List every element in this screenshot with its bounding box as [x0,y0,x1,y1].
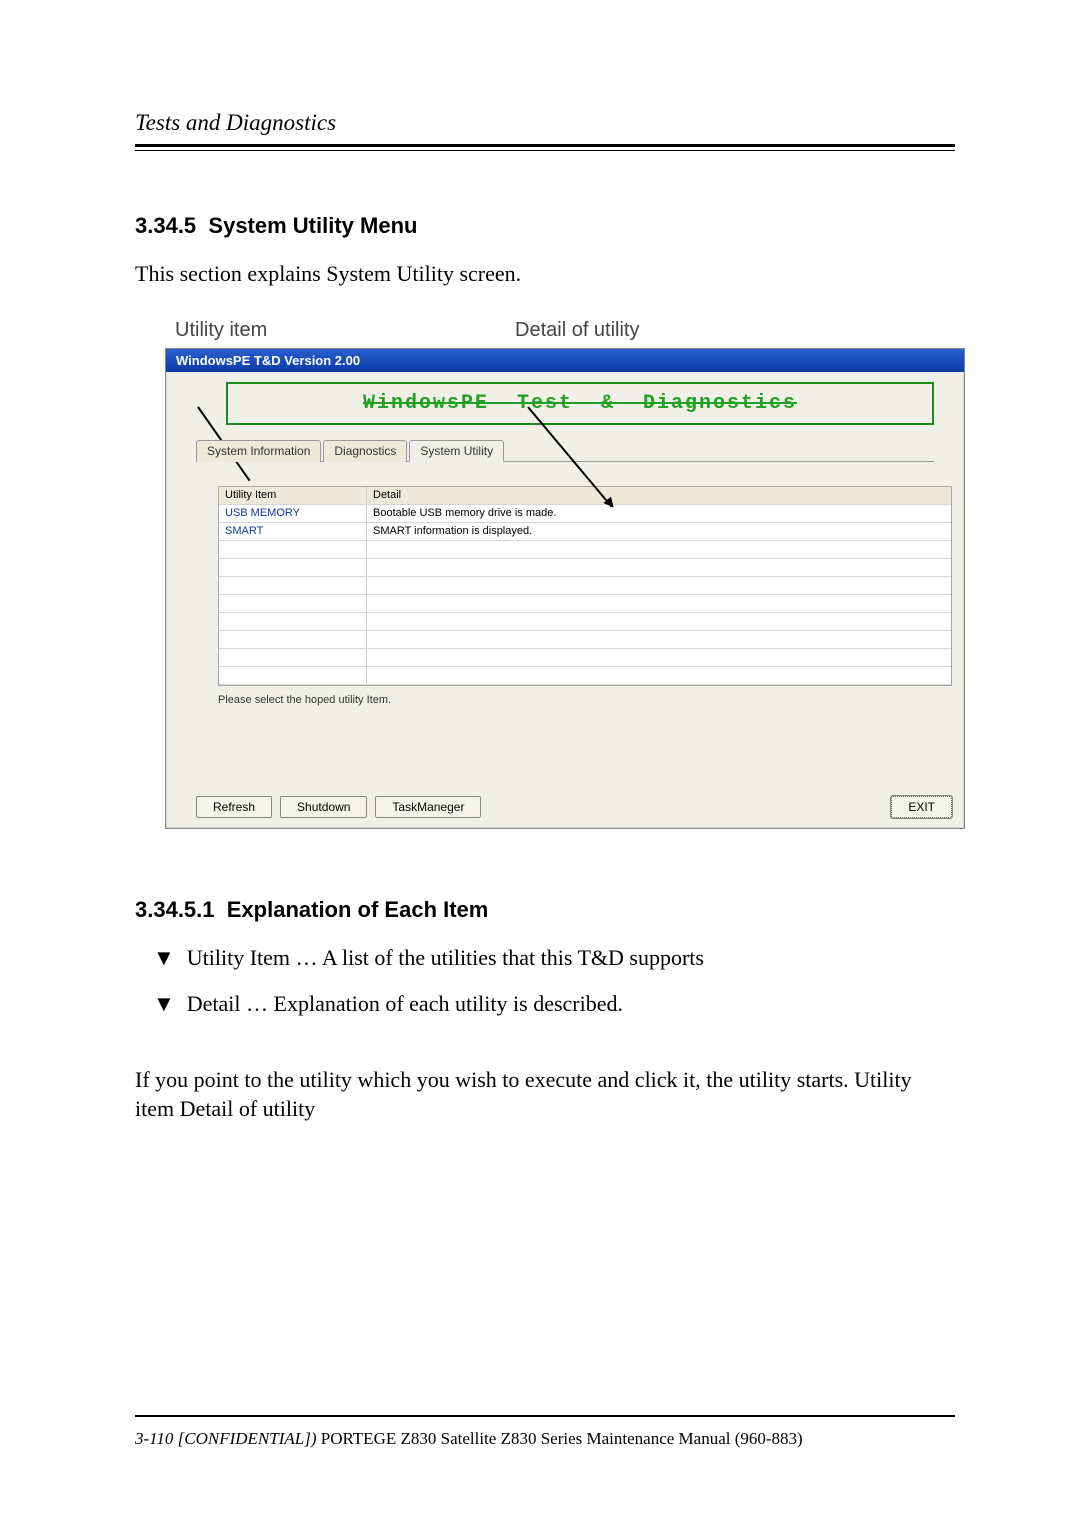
utility-table: Utility Item Detail USB MEMORY Bootable … [218,486,952,686]
window-titlebar: WindowsPE T&D Version 2.00 [166,349,964,372]
table-row [219,631,951,649]
col-header-utility-item: Utility Item [219,487,367,504]
table-row [219,577,951,595]
callout-detail: Detail of utility [515,319,640,342]
footer-rule [135,1415,955,1417]
select-message: Please select the hoped utility Item. [218,694,934,706]
section-number: 3.34.5 [135,213,196,238]
subsection-title: Explanation of Each Item [227,897,489,922]
table-row [219,613,951,631]
page-footer: 3-110 [CONFIDENTIAL]) PORTEGE Z830 Satel… [135,1429,955,1449]
banner-text: WindowsPE Test & Diagnostics [240,392,920,415]
table-row [219,541,951,559]
refresh-button[interactable]: Refresh [196,796,272,818]
exit-button[interactable]: EXIT [891,796,952,818]
footer-page-ref: 3-110 [CONFIDENTIAL]) [135,1429,317,1448]
explanation-list: ▼ Utility Item … A list of the utilities… [135,945,955,1017]
dialog-window: WindowsPE T&D Version 2.00 WindowsPE Tes… [165,348,965,829]
tab-diagnostics[interactable]: Diagnostics [323,440,407,462]
banner: WindowsPE Test & Diagnostics [226,382,934,425]
section-title: System Utility Menu [208,213,417,238]
cell-smart[interactable]: SMART [219,523,367,540]
section-heading: 3.34.5 System Utility Menu [135,213,955,239]
shutdown-button[interactable]: Shutdown [280,796,367,818]
table-row[interactable]: SMART SMART information is displayed. [219,523,951,541]
list-item: ▼ Detail … Explanation of each utility i… [153,991,955,1017]
table-row [219,595,951,613]
triangle-icon: ▼ [153,991,175,1017]
running-header: Tests and Diagnostics [135,110,955,142]
table-row[interactable]: USB MEMORY Bootable USB memory drive is … [219,505,951,523]
cell-smart-detail: SMART information is displayed. [367,523,951,540]
bullet-text: Utility Item … A list of the utilities t… [187,945,704,971]
footer-manual-name: PORTEGE Z830 Satellite Z830 Series Maint… [317,1429,803,1448]
note-paragraph: If you point to the utility which you wi… [135,1065,955,1124]
cell-usb-memory[interactable]: USB MEMORY [219,505,367,522]
list-item: ▼ Utility Item … A list of the utilities… [153,945,955,971]
bullet-text: Detail … Explanation of each utility is … [187,991,623,1017]
col-header-detail: Detail [367,487,951,504]
triangle-icon: ▼ [153,945,175,971]
cell-usb-memory-detail: Bootable USB memory drive is made. [367,505,951,522]
tab-system-information[interactable]: System Information [196,440,321,462]
figure-system-utility: Utility item Detail of utility WindowsPE… [165,319,965,829]
tab-system-utility[interactable]: System Utility [409,440,504,462]
header-rule [135,144,955,151]
table-header-row: Utility Item Detail [219,487,951,505]
subsection-heading: 3.34.5.1 Explanation of Each Item [135,897,955,923]
callout-utility-item: Utility item [175,319,515,342]
table-row [219,559,951,577]
taskmanager-button[interactable]: TaskManeger [375,796,481,818]
subsection-number: 3.34.5.1 [135,897,215,922]
table-row [219,667,951,685]
table-row [219,649,951,667]
section-intro: This section explains System Utility scr… [135,259,955,289]
